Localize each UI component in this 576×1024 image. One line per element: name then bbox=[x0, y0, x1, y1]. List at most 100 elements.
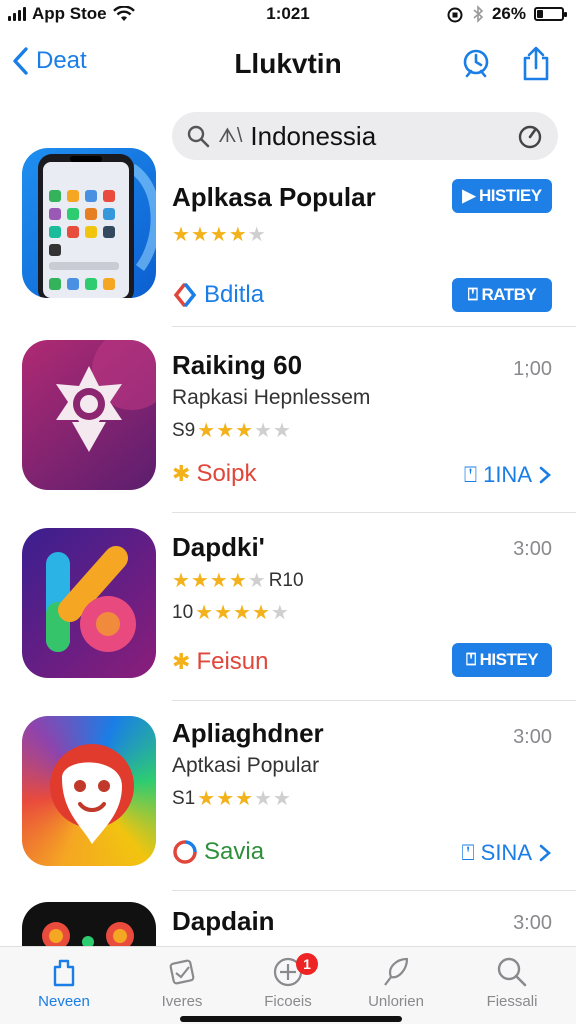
developer-name: ✱ Feisun bbox=[172, 648, 268, 676]
rating-stars: ★ ★ ★ ★ ★ bbox=[172, 222, 266, 247]
developer-label: Feisun bbox=[196, 648, 269, 675]
today-icon bbox=[53, 959, 75, 987]
back-label: Deat bbox=[36, 47, 87, 74]
rating-stars: S1 ★ ★ ★ ★ ★ bbox=[172, 786, 291, 811]
rate-button-label: RATBY bbox=[481, 285, 537, 304]
tab-updates[interactable]: Unlorien bbox=[348, 955, 444, 1010]
battery-icon bbox=[534, 7, 567, 21]
chevron-left-icon bbox=[13, 47, 28, 75]
time-label: 1;00 bbox=[513, 358, 552, 380]
tab-apps[interactable]: Ficoeis 1 bbox=[240, 953, 336, 1010]
developer-label: Savia bbox=[204, 838, 265, 865]
link-label: 1INA bbox=[483, 462, 532, 487]
get-button-label: HISTIEY bbox=[478, 186, 542, 205]
star-filled-icon: ★ bbox=[228, 570, 247, 592]
home-indicator bbox=[180, 1016, 402, 1022]
app-name: Aplkasa Popular bbox=[172, 182, 376, 212]
star-filled-icon: ★ bbox=[172, 570, 190, 592]
tab-label: Iveres bbox=[161, 993, 203, 1010]
rating-stars-secondary: 10 ★ ★ ★ ★ ★ bbox=[172, 600, 289, 625]
back-button[interactable]: Deat bbox=[10, 46, 87, 76]
star-filled-icon: ★ bbox=[190, 224, 209, 246]
notification-badge: 1 bbox=[296, 953, 318, 975]
status-right: 26% bbox=[446, 4, 567, 24]
star-filled-icon: ★ bbox=[251, 602, 270, 624]
history-button[interactable] bbox=[458, 46, 494, 82]
navigation-bar: Deat Llukvtin bbox=[0, 38, 576, 94]
search-icon bbox=[497, 957, 527, 987]
developer-logo-icon bbox=[173, 840, 197, 864]
divider bbox=[172, 512, 576, 513]
app-name: Apliaghdner bbox=[172, 718, 324, 748]
tab-label: Fiessali bbox=[486, 993, 538, 1010]
star-empty-icon: ★ bbox=[273, 788, 291, 810]
divider bbox=[172, 700, 576, 701]
chevron-right-icon bbox=[539, 844, 551, 862]
time-label: 3:00 bbox=[513, 538, 552, 560]
bluetooth-icon bbox=[473, 5, 484, 23]
developer-label: Soipk bbox=[196, 460, 257, 487]
star-filled-icon: ★ bbox=[172, 224, 190, 246]
search-bar[interactable]: ᗑ\ bbox=[172, 112, 558, 160]
app-name: Dapdki' bbox=[172, 532, 265, 562]
chevron-right-icon bbox=[539, 466, 551, 484]
status-bar: App Stoe 1:021 26% bbox=[0, 0, 576, 30]
star-filled-icon: ★ bbox=[235, 788, 254, 810]
bookmark-icon: ⍞ bbox=[461, 840, 475, 865]
tab-games[interactable]: Iveres bbox=[134, 955, 230, 1010]
developer-logo-icon bbox=[173, 283, 197, 307]
app-icon-face[interactable] bbox=[22, 716, 156, 866]
time-label: 3:00 bbox=[513, 726, 552, 748]
rate-button[interactable]: ⍞ RATBY bbox=[452, 278, 552, 312]
divider bbox=[172, 326, 576, 327]
star-empty-icon: ★ bbox=[247, 570, 266, 592]
star-filled-icon: ★ bbox=[209, 570, 228, 592]
share-icon bbox=[523, 46, 549, 81]
app-subtitle: Rapkasi Hepnlessem bbox=[172, 386, 371, 409]
app-subtitle: Aptkasi Popular bbox=[172, 754, 320, 777]
star-filled-icon: ★ bbox=[216, 788, 235, 810]
tab-bar: Neveen Iveres Ficoeis 1 Unlorien Fiessal… bbox=[0, 946, 576, 1024]
share-button[interactable] bbox=[518, 46, 554, 82]
star-filled-icon: ★ bbox=[216, 420, 235, 442]
star-filled-icon: ★ bbox=[190, 570, 209, 592]
developer-label: Bditla bbox=[204, 281, 265, 308]
divider bbox=[172, 890, 576, 891]
star-empty-icon: ★ bbox=[247, 224, 266, 246]
tab-today[interactable]: Neveen bbox=[16, 955, 112, 1010]
app-icon-emblem[interactable] bbox=[22, 340, 156, 490]
rating-suffix: R10 bbox=[268, 569, 304, 591]
updates-icon bbox=[384, 957, 409, 986]
tab-search[interactable]: Fiessali bbox=[464, 955, 560, 1010]
star-filled-icon: ★ bbox=[197, 788, 216, 810]
star-filled-icon: ★ bbox=[209, 224, 228, 246]
get-button-icon: ▶ bbox=[462, 186, 475, 205]
star-empty-icon: ★ bbox=[254, 420, 272, 442]
search-input[interactable] bbox=[250, 120, 508, 152]
star-empty-icon: ★ bbox=[254, 788, 272, 810]
tab-label: Unlorien bbox=[368, 993, 424, 1010]
app-icon-phone[interactable] bbox=[22, 148, 156, 298]
developer-name: ✱ Soipk bbox=[172, 460, 256, 488]
rating-stars: ★ ★ ★ ★ ★ R10 bbox=[172, 568, 304, 593]
get-button[interactable]: ▶ HISTIEY bbox=[452, 179, 552, 213]
search-icon bbox=[187, 125, 210, 148]
get-button[interactable]: ⍞ HISTEY bbox=[452, 643, 552, 677]
app-name: Dapdain bbox=[172, 906, 275, 936]
star-filled-icon: ★ bbox=[197, 420, 216, 442]
voice-search-icon[interactable] bbox=[516, 122, 544, 150]
battery-level bbox=[537, 10, 543, 18]
rating-stars: S9 ★ ★ ★ ★ ★ bbox=[172, 418, 291, 443]
rating-prefix: S1 bbox=[172, 787, 196, 809]
developer-logo-icon: ✱ bbox=[172, 461, 191, 486]
get-button-label: HISTEY bbox=[479, 650, 539, 669]
star-filled-icon: ★ bbox=[195, 602, 214, 624]
app-name: Raiking 60 bbox=[172, 350, 303, 380]
bookmark-icon: ⍞ bbox=[463, 462, 478, 487]
search-prefix: ᗑ\ bbox=[218, 124, 243, 147]
open-link[interactable]: ⍞ SINA bbox=[461, 840, 552, 866]
star-empty-icon: ★ bbox=[273, 420, 291, 442]
app-icon-letter-k[interactable] bbox=[22, 528, 156, 678]
open-link[interactable]: ⍞ 1INA bbox=[464, 462, 552, 488]
star-filled-icon: ★ bbox=[228, 224, 247, 246]
